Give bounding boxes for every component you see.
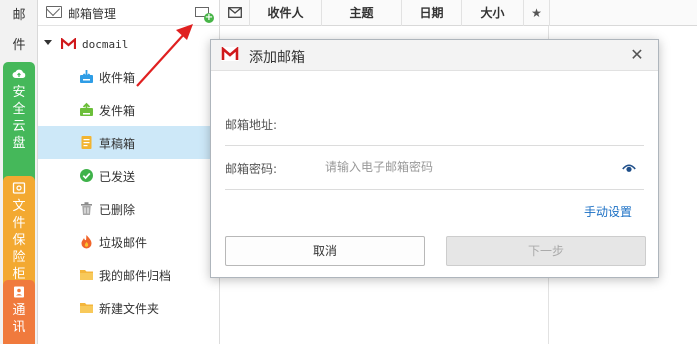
inbox-icon (79, 69, 94, 84)
mail-tab-char-1[interactable]: 邮 (0, 4, 38, 23)
column-header-size-label: 大小 (480, 6, 505, 20)
tab-contacts-label: 通讯 (12, 303, 26, 335)
tab-secure-cloud[interactable]: 安全云盘 (3, 62, 35, 186)
manual-setup-link[interactable]: 手动设置 (584, 203, 632, 220)
mail-tab-char-2[interactable]: 件 (0, 34, 38, 53)
cancel-button[interactable]: 取消 (225, 236, 425, 266)
folder-sent[interactable]: 已发送 (38, 159, 220, 192)
column-header-recipient-label: 收件人 (267, 6, 304, 20)
add-mailbox-button[interactable]: + (195, 5, 215, 23)
column-header-size[interactable]: 大小 (462, 0, 524, 26)
vertical-tab-strip: 邮 件 安全云盘 文件保险柜 通讯 (0, 0, 38, 344)
spam-icon (79, 234, 94, 249)
plus-icon: + (204, 12, 214, 23)
outbox-icon (79, 102, 94, 117)
collapse-caret-icon[interactable] (44, 40, 52, 45)
folder-label: 新建文件夹 (99, 302, 160, 316)
column-header-date-label: 日期 (419, 6, 444, 20)
folder-label: 发件箱 (99, 104, 136, 118)
star-icon: ★ (531, 6, 542, 20)
tab-file-safe[interactable]: 文件保险柜 (3, 176, 35, 288)
folder-label: 已发送 (99, 170, 136, 184)
email-address-row: 邮箱地址: (225, 102, 644, 146)
tab-file-safe-label: 文件保险柜 (12, 199, 26, 282)
folder-deleted[interactable]: 已删除 (38, 192, 220, 225)
folder-spam[interactable]: 垃圾邮件 (38, 225, 220, 258)
column-header-date[interactable]: 日期 (402, 0, 462, 26)
email-password-row: 邮箱密码: (225, 146, 644, 190)
gmail-m-icon (221, 47, 239, 61)
archive-folder-icon (79, 267, 94, 282)
email-password-field[interactable] (325, 155, 605, 179)
folder-new[interactable]: 新建文件夹 (38, 291, 220, 324)
account-name: docmail (82, 38, 129, 51)
new-folder-icon (79, 300, 94, 315)
close-icon[interactable]: ✕ (629, 47, 645, 63)
folder-label: 我的邮件归档 (99, 269, 172, 283)
mail-list-header: 收件人 主题 日期 大小 ★ (220, 0, 697, 26)
dialog-titlebar[interactable]: 添加邮箱 ✕ (211, 40, 658, 71)
folder-panel-header: 邮箱管理 + (38, 0, 220, 26)
folder-outbox[interactable]: 发件箱 (38, 93, 220, 126)
email-address-label: 邮箱地址: (225, 118, 278, 132)
column-header-star[interactable]: ★ (524, 0, 550, 26)
column-header-subject-label: 主题 (349, 6, 374, 20)
column-header-recipient[interactable]: 收件人 (250, 0, 322, 26)
address-book-icon (14, 286, 24, 298)
folder-drafts[interactable]: 草稿箱 (38, 126, 220, 159)
column-header-subject[interactable]: 主题 (322, 0, 402, 26)
mailbox-manage-icon (46, 6, 62, 18)
next-step-button[interactable]: 下一步 (446, 236, 646, 266)
sent-icon (79, 168, 94, 183)
column-header-icon[interactable] (220, 0, 250, 26)
tab-secure-cloud-label: 安全云盘 (12, 85, 26, 151)
add-mailbox-dialog: 添加邮箱 ✕ 邮箱地址: 邮箱密码: 手动设置 取消 下一步 (210, 39, 659, 278)
tab-contacts[interactable]: 通讯 (3, 280, 35, 344)
drafts-icon (79, 135, 94, 150)
email-address-field[interactable] (325, 111, 605, 135)
folder-label: 已删除 (99, 203, 136, 217)
show-password-eye-icon[interactable] (622, 163, 636, 173)
folder-label: 收件箱 (99, 71, 136, 85)
folder-panel: 邮箱管理 + docmail 收件箱 发件箱 草稿箱 已发送 已删除 垃圾邮件 … (38, 0, 220, 344)
dialog-title: 添加邮箱 (249, 50, 305, 66)
trash-icon (79, 201, 94, 216)
safe-box-icon (12, 182, 26, 194)
gmail-m-icon (61, 38, 76, 49)
cloud-upload-icon (12, 69, 26, 78)
folder-panel-title: 邮箱管理 (68, 7, 117, 21)
folder-label: 草稿箱 (99, 137, 136, 151)
folder-archive[interactable]: 我的邮件归档 (38, 258, 220, 291)
email-password-label: 邮箱密码: (225, 162, 278, 176)
folder-inbox[interactable]: 收件箱 (38, 60, 220, 93)
envelope-icon (227, 7, 242, 18)
folder-label: 垃圾邮件 (99, 236, 148, 250)
account-row[interactable]: docmail (38, 36, 220, 54)
